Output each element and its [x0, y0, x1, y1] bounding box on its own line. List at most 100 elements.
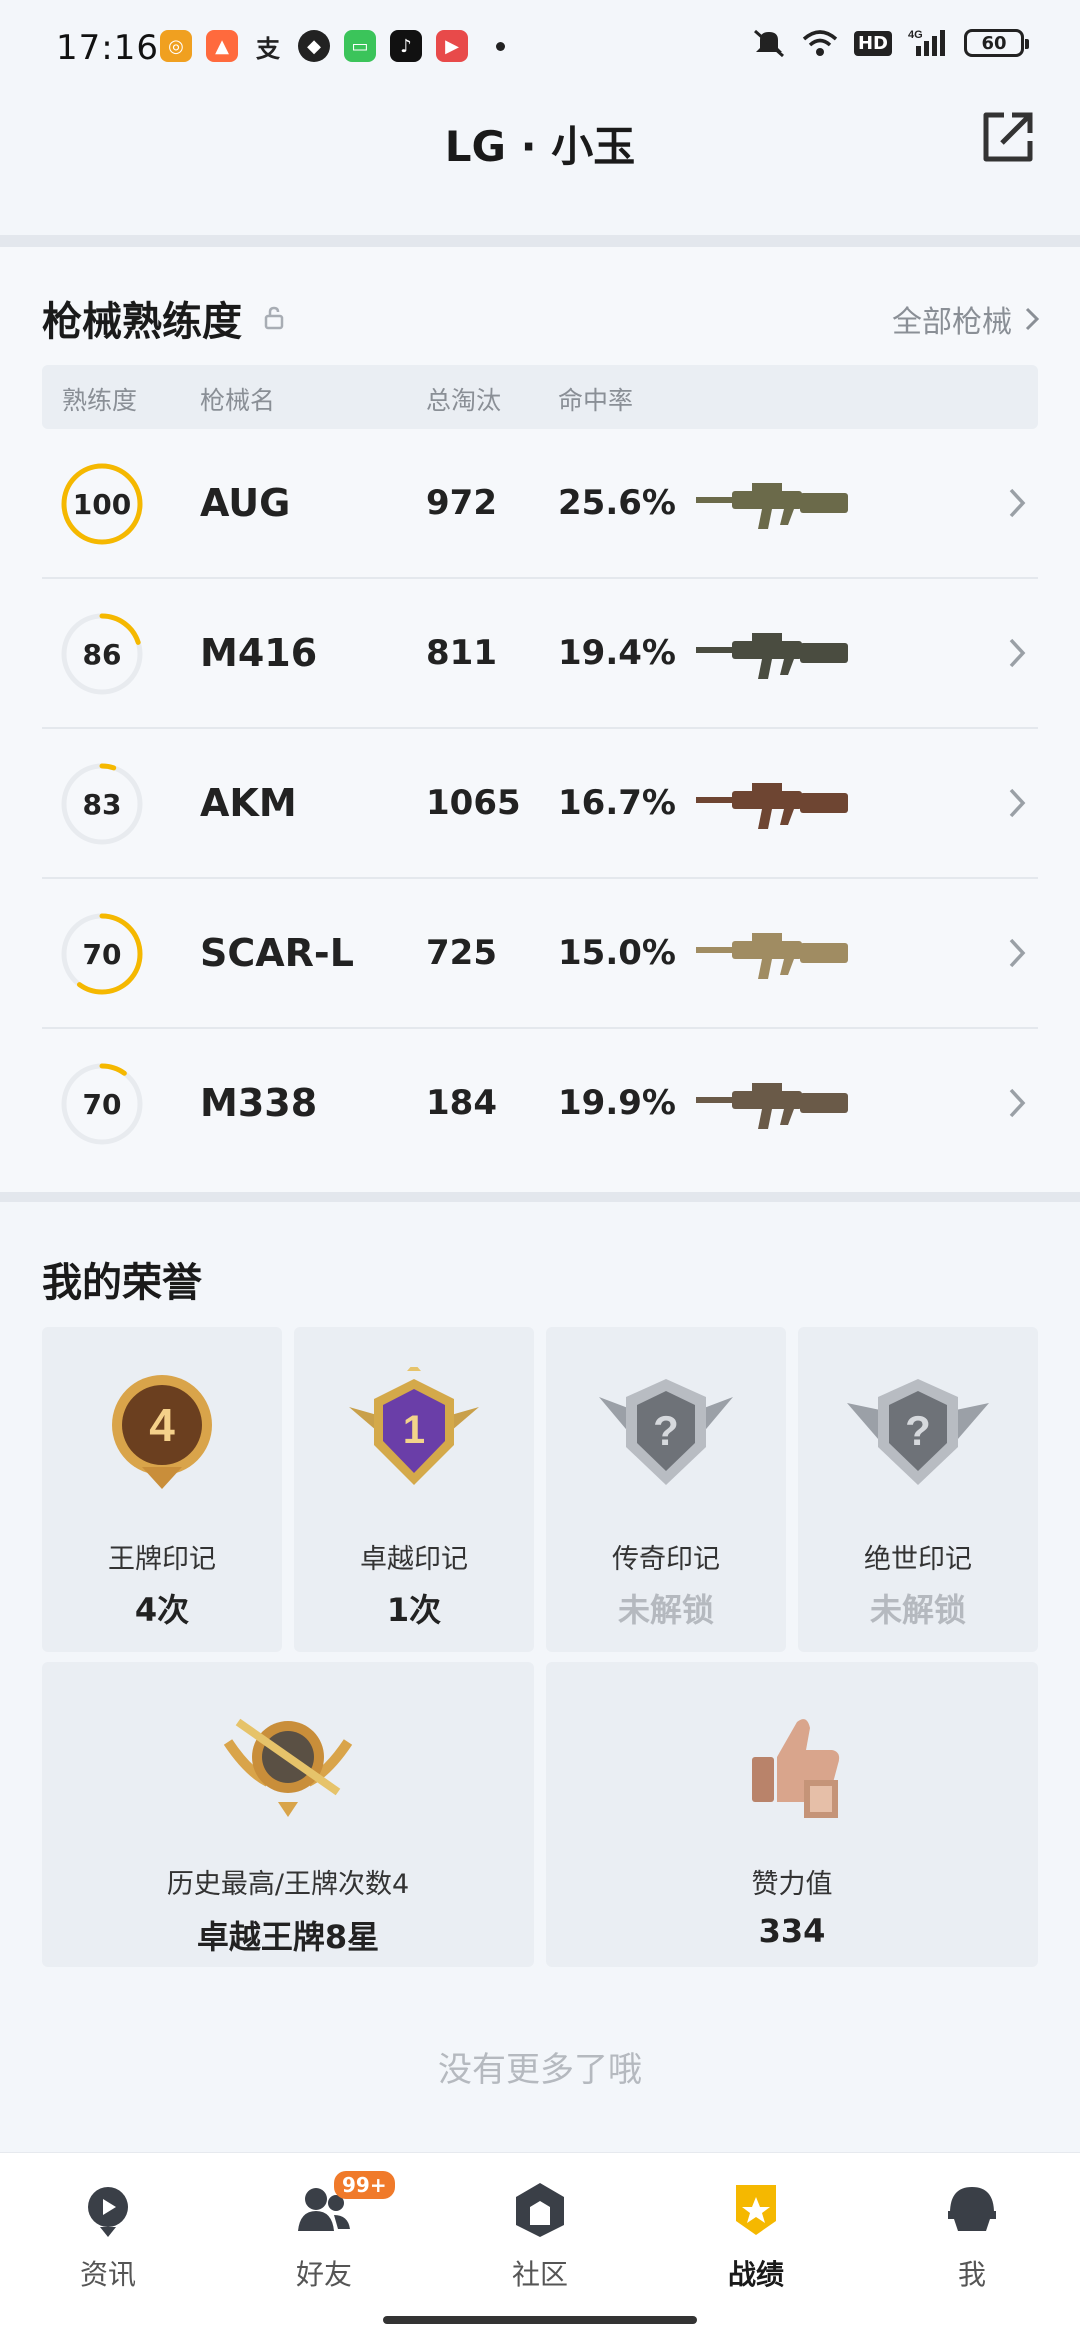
nav-label: 战绩 — [727, 2258, 784, 2291]
weapon-row[interactable]: 83 AKM 1065 16.7% — [42, 729, 1038, 879]
nav-item-news[interactable]: 资讯 — [0, 2171, 216, 2301]
status-bar: 17:16 ◎ ▲ 支 ◆ ▭ ♪ ▶ HD 4G 60 — [0, 0, 1080, 95]
nav-label: 我 — [957, 2258, 986, 2291]
excellent-medal-icon: 1 — [349, 1367, 479, 1485]
weapon-image — [696, 933, 848, 979]
friends-badge: 99+ — [334, 2171, 395, 2199]
history-best-card[interactable]: 历史最高/王牌次数4 卓越王牌8星 — [42, 1662, 534, 1967]
weapon-name: M416 — [200, 631, 318, 675]
chevron-right-icon — [1025, 307, 1040, 331]
status-system-icons: HD 4G 60 — [752, 28, 1029, 58]
more-notifications-icon — [496, 41, 505, 51]
weapon-name: AKM — [200, 781, 297, 825]
nav-item-profile[interactable]: 我 — [864, 2171, 1080, 2301]
medal-card-excellent[interactable]: 1 卓越印记 1次 — [294, 1327, 534, 1652]
medal-count: 未解锁 — [869, 1591, 966, 1629]
excellent-medal-badge: 1 — [403, 1408, 425, 1452]
weapon-image — [696, 1083, 848, 1129]
weapon-kills: 184 — [426, 1083, 497, 1123]
column-header-mastery: 熟练度 — [62, 386, 138, 415]
weapon-row[interactable]: 86 M416 811 19.4% — [42, 579, 1038, 729]
section-divider — [0, 235, 1080, 247]
page-header: LG · 小玉 — [0, 95, 1080, 235]
chevron-right-icon — [1009, 788, 1026, 818]
nav-item-record[interactable]: 战绩 — [648, 2171, 864, 2301]
chevron-right-icon — [1009, 1088, 1026, 1118]
medal-label: 传奇印记 — [612, 1544, 720, 1575]
medal-card-peerless[interactable]: ? 绝世印记 未解锁 — [798, 1327, 1038, 1652]
weapon-kills: 1065 — [426, 783, 521, 823]
weapon-accuracy: 19.9% — [558, 1083, 676, 1123]
medal-card-ace[interactable]: 4 王牌印记 4次 — [42, 1327, 282, 1652]
legend-medal-locked-icon: ? — [599, 1379, 733, 1485]
weapon-accuracy: 25.6% — [558, 483, 676, 523]
medal-label: 卓越印记 — [360, 1544, 468, 1575]
weapon-kills: 725 — [426, 933, 497, 973]
signal-icon: 4G — [908, 29, 945, 56]
chevron-right-icon — [1009, 488, 1026, 518]
app-notification-icon: ▶ — [436, 30, 468, 62]
chevron-right-icon — [1009, 638, 1026, 668]
medal-card-legend[interactable]: ? 传奇印记 未解锁 — [546, 1327, 786, 1652]
history-best-value: 卓越王牌8星 — [196, 1918, 380, 1956]
likes-card[interactable]: 赞力值 334 — [546, 1662, 1038, 1967]
community-icon — [516, 2183, 564, 2237]
weapon-section-title-text: 枪械熟练度 — [42, 299, 242, 345]
weapon-accuracy: 19.4% — [558, 633, 676, 673]
news-icon — [88, 2187, 128, 2237]
mastery-value: 86 — [82, 637, 122, 671]
app-notification-icon: ♪ — [390, 30, 422, 62]
peerless-medal-locked-icon: ? — [847, 1379, 989, 1485]
battery-icon: 60 — [964, 29, 1029, 57]
record-icon — [736, 2185, 776, 2235]
column-header-accuracy: 命中率 — [558, 386, 634, 415]
nav-label: 好友 — [295, 2258, 352, 2291]
honors-section: 我的荣誉 4 王牌印记 4次 1 卓越印记 1次 ? 传奇印记 未解锁 ? 绝世… — [0, 1202, 1080, 2152]
medal-count: 未解锁 — [617, 1591, 714, 1629]
weapon-name: SCAR-L — [200, 931, 354, 975]
medal-count: 1次 — [386, 1591, 442, 1629]
weapon-kills: 972 — [426, 483, 497, 523]
thumbs-up-trophy-icon — [752, 1719, 840, 1818]
status-app-icons: ◎ ▲ 支 ◆ ▭ ♪ ▶ — [160, 30, 505, 63]
network-label: 4G — [908, 29, 923, 41]
app-notification-icon: ◎ — [160, 30, 192, 62]
weapon-name: AUG — [200, 481, 291, 525]
medal-count: 4次 — [134, 1591, 190, 1629]
mute-icon — [753, 29, 784, 58]
hd-badge: HD — [853, 30, 892, 56]
lock-icon[interactable] — [260, 304, 288, 332]
no-more-text: 没有更多了哦 — [438, 2050, 642, 2090]
all-weapons-link[interactable]: 全部枪械 — [892, 297, 1040, 341]
nav-item-community[interactable]: 社区 — [432, 2171, 648, 2301]
battery-level: 60 — [981, 32, 1007, 54]
chevron-right-icon — [1009, 938, 1026, 968]
weapon-image — [696, 483, 848, 529]
status-time: 17:16 — [56, 28, 159, 68]
weapon-image — [696, 783, 848, 829]
weapon-list: 100 AUG 972 25.6% 86 M416 811 19.4% 83 AKM 1065 16.… — [42, 429, 1038, 1179]
honors-title: 我的荣誉 — [42, 1260, 202, 1306]
peerless-medal-badge: ? — [905, 1407, 931, 1454]
profile-icon — [948, 2187, 996, 2231]
ace-medal-icon: 4 — [112, 1375, 212, 1489]
all-weapons-label: 全部枪械 — [892, 305, 1012, 340]
section-divider — [0, 1192, 1080, 1202]
nav-item-friends[interactable]: 99+ 好友 — [216, 2171, 432, 2301]
ace-medal-badge: 4 — [149, 1399, 175, 1451]
history-best-label: 历史最高/王牌次数4 — [166, 1869, 410, 1900]
weapon-accuracy: 15.0% — [558, 933, 676, 973]
nav-label: 社区 — [511, 2258, 568, 2291]
medal-label: 王牌印记 — [108, 1544, 216, 1575]
home-indicator[interactable] — [383, 2316, 697, 2324]
column-header-kills: 总淘汰 — [426, 386, 502, 415]
share-icon[interactable] — [978, 107, 1038, 167]
column-header-name: 枪械名 — [200, 386, 276, 415]
medal-label: 绝世印记 — [864, 1544, 972, 1575]
mastery-value: 83 — [82, 787, 122, 821]
weapon-mastery-section: 枪械熟练度 全部枪械 熟练度 枪械名 总淘汰 命中率 100 AUG 972 25.6… — [0, 247, 1080, 1192]
weapon-row[interactable]: 100 AUG 972 25.6% — [42, 429, 1038, 579]
app-notification-icon: ◆ — [298, 30, 330, 62]
weapon-row[interactable]: 70 SCAR-L 725 15.0% — [42, 879, 1038, 1029]
weapon-row[interactable]: 70 M338 184 19.9% — [42, 1029, 1038, 1179]
